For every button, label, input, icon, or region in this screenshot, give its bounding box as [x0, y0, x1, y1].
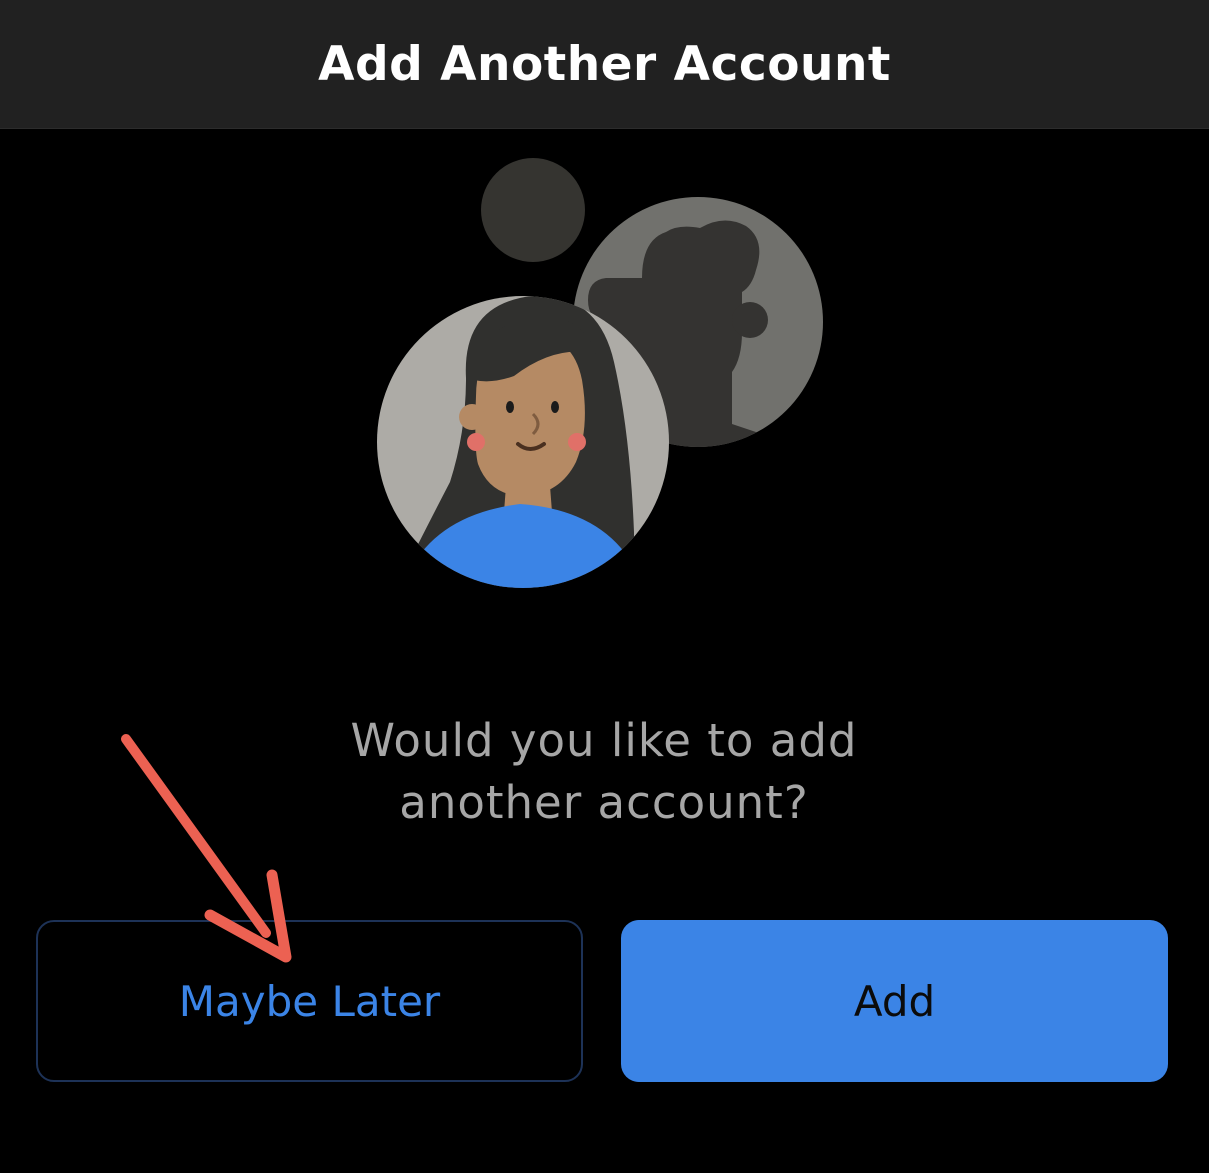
red-arrow-pointer-icon	[121, 734, 292, 963]
maybe-later-label: Maybe Later	[178, 976, 441, 1026]
page-title: Add Another Account	[318, 36, 891, 92]
add-button[interactable]: Add	[621, 920, 1168, 1082]
add-account-screen: Add Another Account Would you like to ad…	[0, 0, 1209, 1173]
navigation-bar: Add Another Account	[0, 0, 1209, 129]
add-label: Add	[853, 976, 936, 1026]
add-account-illustration-icon	[377, 158, 823, 588]
add-account-prompt: Would you like to add another account?	[350, 714, 858, 829]
